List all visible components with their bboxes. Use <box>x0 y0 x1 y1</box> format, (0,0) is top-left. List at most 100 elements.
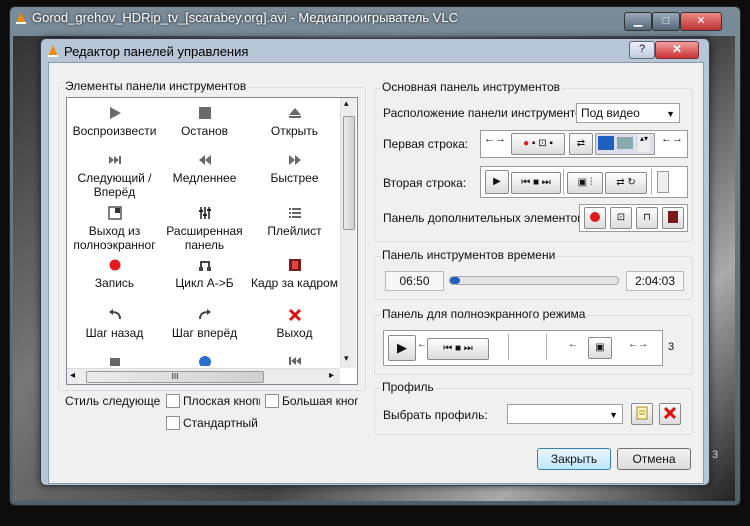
next-icon <box>108 156 121 164</box>
loop-ab-icon <box>198 261 211 271</box>
faster-icon <box>288 155 301 165</box>
big-button-checkbox[interactable] <box>265 394 279 408</box>
record-icon[interactable] <box>584 207 606 229</box>
transport-widget[interactable]: ⏮ ■ ⏭ <box>511 172 561 194</box>
palette-item-play[interactable]: Воспроизвести <box>67 106 162 138</box>
seek-slider[interactable] <box>449 276 619 285</box>
separator <box>651 169 652 195</box>
record-group-widget[interactable]: ● ▪ ⊡ ▪ <box>511 133 565 155</box>
style-label: Стиль следующего <box>65 394 160 408</box>
fullscreen-trailing-text: 3 <box>668 341 675 353</box>
palette-horizontal-scrollbar[interactable]: ◂ III ▸ <box>67 368 340 384</box>
scroll-down-icon[interactable]: ▾ <box>344 353 349 364</box>
loop-random-widget[interactable]: ⇄ ↻ <box>605 172 647 194</box>
row2-label: Вторая строка: <box>383 176 467 190</box>
palette-item-open[interactable]: Открыть <box>247 106 342 138</box>
playlist-icon <box>617 137 633 149</box>
minimize-button[interactable]: ▁ <box>624 12 652 31</box>
spacer-icon: ←→ <box>484 133 506 145</box>
play-button-widget[interactable]: ▶ <box>485 170 509 194</box>
maximize-button[interactable]: □ <box>652 12 680 31</box>
transport-widget[interactable]: ⏮ ■ ⏭ <box>427 338 489 360</box>
flat-button-label: Плоская кнопк <box>183 394 260 408</box>
play-icon <box>109 107 121 119</box>
palette-list[interactable]: Воспроизвести Останов Открыть Следующий … <box>66 97 358 385</box>
palette-item-stop[interactable]: Останов <box>157 106 252 138</box>
scroll-thumb[interactable] <box>343 116 355 230</box>
scroll-up-icon[interactable]: ▴ <box>344 98 349 109</box>
palette-item-record[interactable]: Запись <box>67 258 162 290</box>
delete-icon <box>663 406 677 420</box>
help-button[interactable]: ? <box>629 41 655 59</box>
fullscreen-strip[interactable]: ▶ ← ⏮ ■ ⏭ ← ▣ ←→ <box>383 330 663 366</box>
palette-item-fullscreen[interactable]: Выход из полноэкранног <box>67 206 162 252</box>
palette-title: Элементы панели инструментов <box>63 79 249 93</box>
profile-title: Профиль <box>380 380 436 394</box>
flat-button-checkbox[interactable] <box>166 394 180 408</box>
palette-item-step-forward[interactable]: Шаг вперёд <box>157 308 252 340</box>
big-button-label: Большая кнопк <box>282 394 358 408</box>
separator <box>563 169 564 195</box>
separator <box>546 334 547 360</box>
chevron-down-icon: ▼ <box>609 410 618 420</box>
palette-item-faster[interactable]: Быстрее <box>247 153 342 185</box>
fullscreen-eq-widget[interactable]: ▣ ⫶ <box>567 172 603 194</box>
loop-widget[interactable]: ⇄ <box>569 133 593 155</box>
step-back-icon <box>108 309 121 320</box>
palette-item-loop-ab[interactable]: Цикл А->Б <box>157 258 252 290</box>
cancel-button[interactable]: Отмена <box>617 448 691 470</box>
palette-item-frame[interactable]: Кадр за кадром <box>247 258 342 290</box>
scroll-right-icon[interactable]: ▸ <box>329 370 334 381</box>
profile-select[interactable]: ▼ <box>507 404 623 424</box>
close-window-button[interactable]: ✕ <box>680 12 722 31</box>
row1-label: Первая строка: <box>383 137 469 151</box>
play-icon[interactable]: ▶ <box>388 335 416 361</box>
spacer-icon: ← <box>568 339 578 350</box>
hscroll-thumb[interactable]: III <box>86 371 264 383</box>
spinner-icon: ▴▾ <box>638 134 650 152</box>
row2-strip[interactable]: ▶ ⏮ ■ ⏭ ▣ ⫶ ⇄ ↻ <box>480 166 688 198</box>
volume-widget[interactable] <box>657 171 669 193</box>
palette-item-step-back[interactable]: Шаг назад <box>67 308 162 340</box>
fullscreen-toolbar-title: Панель для полноэкранного режима <box>380 307 588 321</box>
spacer-icon: ←→ <box>661 133 683 145</box>
chevron-down-icon: ▼ <box>666 109 675 119</box>
close-button[interactable]: Закрыть <box>537 448 611 470</box>
position-select[interactable]: Под видео ▼ <box>576 103 680 123</box>
palette-item-next[interactable]: Следующий / Вперёд <box>67 153 162 199</box>
vlc-cone-icon <box>16 12 26 24</box>
scroll-left-icon[interactable]: ◂ <box>70 370 75 381</box>
frame-icon[interactable] <box>662 207 684 229</box>
position-label: Расположение панели инструментов: <box>383 106 592 120</box>
new-profile-button[interactable] <box>631 403 653 425</box>
palette-item-extended[interactable]: Расширенная панель <box>157 206 252 252</box>
fullscreen-icon[interactable]: ▣ <box>588 337 612 359</box>
extra-strip[interactable]: ⊡ ⊓ <box>579 204 688 232</box>
standard-label: Стандартный <box>183 416 258 430</box>
stop-icon <box>198 107 211 119</box>
new-document-icon <box>636 406 648 420</box>
spacer-icon: ←→ <box>628 339 648 350</box>
dialog-close-button[interactable]: ✕ <box>655 41 699 59</box>
row1-strip[interactable]: ←→ ● ▪ ⊡ ▪ ⇄ ▴▾ ←→ <box>480 130 688 158</box>
vlc-cone-icon <box>48 45 58 57</box>
previous-icon <box>289 357 301 365</box>
palette-item-slower[interactable]: Медленнее <box>157 153 252 185</box>
palette-vertical-scrollbar[interactable]: ▴ ▾ <box>340 98 356 368</box>
delete-profile-button[interactable] <box>659 403 681 425</box>
step-forward-icon <box>198 309 211 320</box>
time-toolbar-title: Панель инструментов времени <box>380 248 558 262</box>
position-value: Под видео <box>581 106 640 120</box>
record-icon <box>109 259 120 271</box>
slower-icon <box>198 155 211 165</box>
equalizer-icon <box>198 207 211 219</box>
palette-item-quit[interactable]: Выход <box>247 308 342 340</box>
snapshot-icon[interactable]: ⊡ <box>610 207 632 229</box>
palette-item-playlist[interactable]: Плейлист <box>247 206 342 238</box>
loop-ab-icon[interactable]: ⊓ <box>636 207 658 229</box>
standard-checkbox[interactable] <box>166 416 180 430</box>
separator <box>508 334 509 360</box>
dialog-title: Редактор панелей управления <box>64 44 249 59</box>
extra-label: Панель дополнительных элементов: <box>383 211 588 225</box>
frame-widget[interactable]: ▴▾ <box>595 133 655 155</box>
